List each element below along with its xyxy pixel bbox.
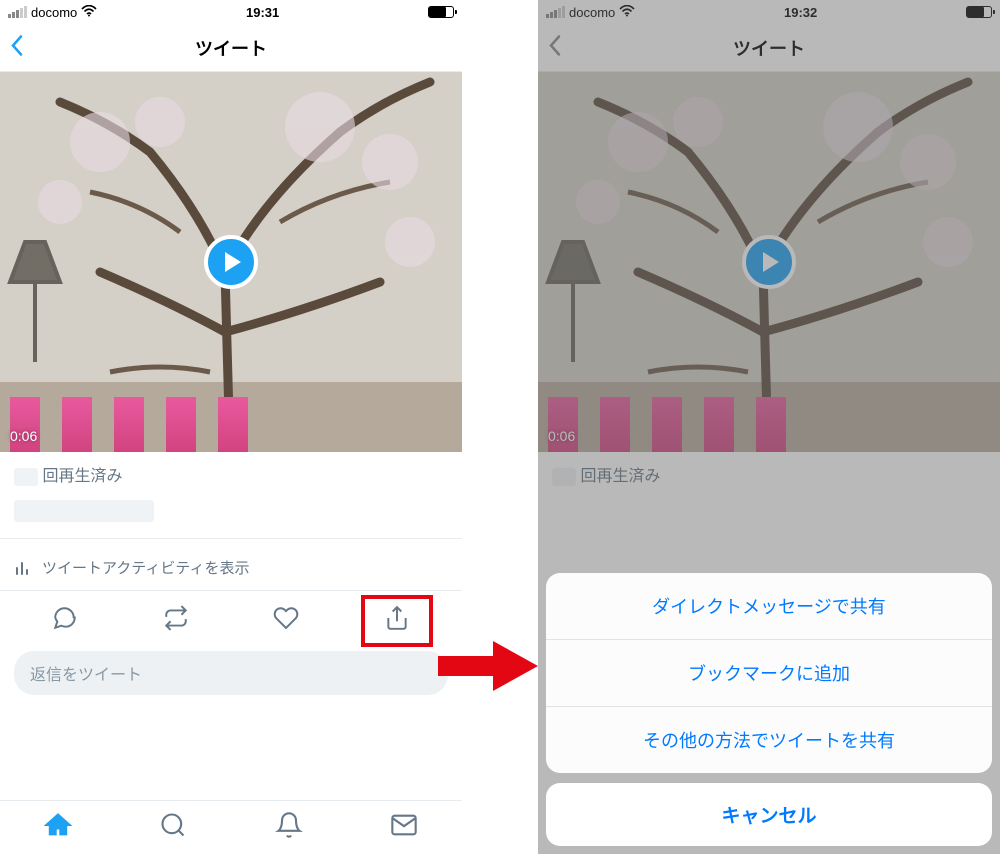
- play-button[interactable]: [742, 235, 796, 289]
- tab-home[interactable]: [44, 811, 72, 844]
- tab-notifications[interactable]: [275, 811, 303, 844]
- banners-decoration: [10, 382, 323, 452]
- activity-label: ツイートアクティビティを表示: [42, 557, 249, 578]
- banners-decoration: [548, 382, 861, 452]
- clock-label: 19:31: [246, 5, 279, 20]
- reply-input[interactable]: 返信をツイート: [14, 651, 448, 695]
- gap: [462, 0, 538, 854]
- wifi-icon: [81, 4, 97, 20]
- sheet-add-bookmark[interactable]: ブックマークに追加: [546, 640, 992, 707]
- video-duration: 0:06: [548, 428, 575, 444]
- sheet-share-other[interactable]: その他の方法でツイートを共有: [546, 707, 992, 773]
- played-label: 回再生済み: [580, 468, 660, 485]
- phone-right: docomo 19:32 ツイート 0:06: [538, 0, 1000, 854]
- like-button[interactable]: [256, 605, 316, 631]
- analytics-icon: [14, 559, 32, 577]
- carrier-label: docomo: [569, 5, 615, 20]
- nav-bar: ツイート: [0, 24, 462, 72]
- battery-icon: [428, 6, 454, 18]
- reply-placeholder: 返信をツイート: [30, 667, 142, 684]
- arrow-icon: [438, 636, 538, 701]
- reply-button[interactable]: [35, 605, 95, 631]
- tab-search[interactable]: [159, 811, 187, 844]
- clock-label: 19:32: [784, 5, 817, 20]
- nav-bar: ツイート: [538, 24, 1000, 72]
- video-thumbnail[interactable]: 0:06: [0, 72, 462, 452]
- redacted-text: [14, 500, 154, 522]
- signal-icon: [8, 6, 27, 18]
- status-bar: docomo 19:31: [0, 0, 462, 24]
- play-button[interactable]: [204, 235, 258, 289]
- tab-bar: [0, 800, 462, 854]
- played-label: 回再生済み: [42, 468, 122, 485]
- video-thumbnail[interactable]: 0:06: [538, 72, 1000, 452]
- status-bar: docomo 19:32: [538, 0, 1000, 24]
- action-sheet: ダイレクトメッセージで共有 ブックマークに追加 その他の方法でツイートを共有 キ…: [546, 573, 992, 846]
- tab-messages[interactable]: [390, 811, 418, 844]
- page-title: ツイート: [733, 35, 805, 61]
- battery-icon: [966, 6, 992, 18]
- tweet-activity-row[interactable]: ツイートアクティビティを表示: [0, 545, 462, 591]
- tweet-actions: [0, 591, 462, 645]
- highlight-box: [361, 595, 433, 647]
- sheet-share-dm[interactable]: ダイレクトメッセージで共有: [546, 573, 992, 640]
- signal-icon: [546, 6, 565, 18]
- wifi-icon: [619, 4, 635, 20]
- video-duration: 0:06: [10, 428, 37, 444]
- back-button[interactable]: [10, 32, 24, 63]
- phone-left: docomo 19:31 ツイート 0:06: [0, 0, 462, 854]
- share-button[interactable]: [367, 605, 427, 631]
- lamp-decoration: [0, 222, 80, 362]
- back-button[interactable]: [548, 32, 562, 63]
- page-title: ツイート: [195, 35, 267, 61]
- sheet-cancel[interactable]: キャンセル: [546, 783, 992, 846]
- play-count-row: 回再生済み: [538, 452, 1000, 496]
- carrier-label: docomo: [31, 5, 77, 20]
- lamp-decoration: [538, 222, 618, 362]
- play-count-row: 回再生済み: [0, 452, 462, 496]
- retweet-button[interactable]: [146, 605, 206, 631]
